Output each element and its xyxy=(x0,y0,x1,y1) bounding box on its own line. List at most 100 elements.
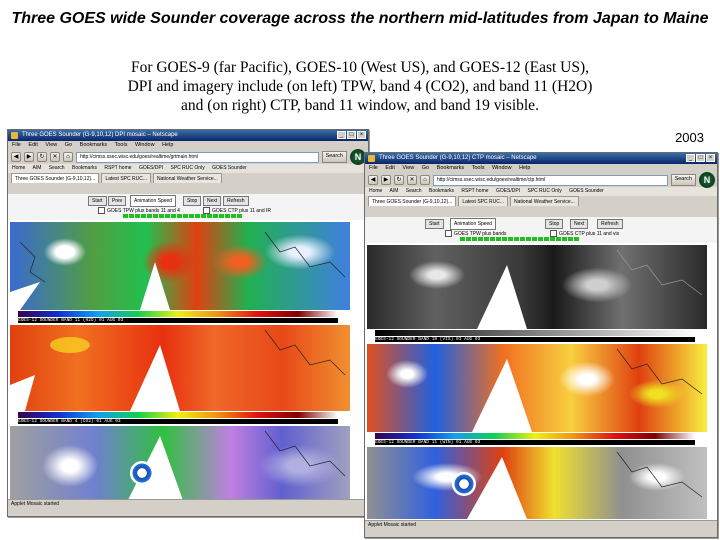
frame-dot[interactable] xyxy=(532,237,537,241)
tab-nws[interactable]: National Weather Service... xyxy=(153,173,222,183)
prev-button[interactable]: Prev xyxy=(108,196,127,206)
frame-dot[interactable] xyxy=(135,214,140,218)
tab-goes-sounder[interactable]: Three GOES Sounder (G-9,10,12)... xyxy=(368,196,457,206)
bookmark-item[interactable]: SPC RUC Only xyxy=(171,165,205,171)
tab-spc-ruc[interactable]: Latest SPC RUC... xyxy=(458,196,509,206)
stop-button[interactable]: Stop xyxy=(545,219,564,229)
frame-dot[interactable] xyxy=(556,237,561,241)
frame-dot[interactable] xyxy=(520,237,525,241)
bookmark-item[interactable]: AIM xyxy=(32,165,41,171)
close-icon[interactable]: × xyxy=(706,154,715,162)
home-icon[interactable]: ⌂ xyxy=(63,152,73,162)
stop-icon[interactable]: ✕ xyxy=(407,175,417,185)
frame-dot[interactable] xyxy=(177,214,182,218)
bookmark-item[interactable]: Search xyxy=(49,165,65,171)
frame-dot[interactable] xyxy=(237,214,242,218)
menu-view[interactable]: View xyxy=(402,165,414,171)
url-input[interactable]: http://cimss.ssec.wisc.edu/goes/realtime… xyxy=(76,151,319,163)
reload-icon[interactable]: ↻ xyxy=(394,175,404,185)
bookmark-item[interactable]: Home xyxy=(12,165,25,171)
bookmark-item[interactable]: Home xyxy=(369,188,382,194)
frame-dot[interactable] xyxy=(460,237,465,241)
minimize-icon[interactable]: _ xyxy=(686,154,695,162)
menu-window[interactable]: Window xyxy=(135,142,155,148)
maximize-icon[interactable]: □ xyxy=(347,131,356,139)
frame-dot[interactable] xyxy=(514,237,519,241)
forward-icon[interactable]: ▶ xyxy=(24,152,34,162)
bookmark-item[interactable]: GOES/DPI xyxy=(139,165,163,171)
frame-dot[interactable] xyxy=(123,214,128,218)
search-button[interactable]: Search xyxy=(670,174,696,186)
next-button[interactable]: Next xyxy=(203,196,222,206)
menu-edit[interactable]: Edit xyxy=(385,165,394,171)
frame-dot[interactable] xyxy=(219,214,224,218)
tab-goes-sounder[interactable]: Three GOES Sounder (G-9,10,12)... xyxy=(11,173,100,183)
menu-bookmarks[interactable]: Bookmarks xyxy=(80,142,108,148)
close-icon[interactable]: × xyxy=(357,131,366,139)
frame-dot[interactable] xyxy=(502,237,507,241)
home-icon[interactable]: ⌂ xyxy=(420,175,430,185)
menu-view[interactable]: View xyxy=(45,142,57,148)
bookmark-item[interactable]: GOES Sounder xyxy=(212,165,247,171)
bookmark-item[interactable]: Bookmarks xyxy=(72,165,97,171)
frame-dot[interactable] xyxy=(183,214,188,218)
frame-dot[interactable] xyxy=(568,237,573,241)
bookmark-item[interactable]: Search xyxy=(406,188,422,194)
forward-icon[interactable]: ▶ xyxy=(381,175,391,185)
bookmark-item[interactable]: GOES Sounder xyxy=(569,188,604,194)
bookmark-item[interactable]: Bookmarks xyxy=(429,188,454,194)
frame-dot[interactable] xyxy=(526,237,531,241)
frame-dot[interactable] xyxy=(129,214,134,218)
stop-button[interactable]: Stop xyxy=(183,196,202,206)
frame-dot[interactable] xyxy=(490,237,495,241)
tpw-checkbox[interactable]: GOES TPW plus bands 11 and 4 xyxy=(98,207,180,214)
menu-help[interactable]: Help xyxy=(519,165,530,171)
frame-dot[interactable] xyxy=(496,237,501,241)
menu-tools[interactable]: Tools xyxy=(115,142,128,148)
menu-file[interactable]: File xyxy=(12,142,21,148)
minimize-icon[interactable]: _ xyxy=(337,131,346,139)
ctp-checkbox[interactable]: GOES CTP plus 11 and vis xyxy=(550,230,619,237)
frame-dot[interactable] xyxy=(201,214,206,218)
frame-dot[interactable] xyxy=(195,214,200,218)
maximize-icon[interactable]: □ xyxy=(696,154,705,162)
frame-dot[interactable] xyxy=(562,237,567,241)
frame-dot[interactable] xyxy=(484,237,489,241)
menu-bookmarks[interactable]: Bookmarks xyxy=(437,165,465,171)
frame-dot[interactable] xyxy=(225,214,230,218)
checkbox-box[interactable] xyxy=(550,230,557,237)
start-button[interactable]: Start xyxy=(425,219,444,229)
frame-dot[interactable] xyxy=(550,237,555,241)
menu-file[interactable]: File xyxy=(369,165,378,171)
frame-dot[interactable] xyxy=(544,237,549,241)
frame-dot[interactable] xyxy=(147,214,152,218)
bookmark-item[interactable]: SPC RUC Only xyxy=(528,188,562,194)
back-icon[interactable]: ◀ xyxy=(11,152,21,162)
frame-dot[interactable] xyxy=(153,214,158,218)
bookmark-item[interactable]: GOES/DPI xyxy=(496,188,520,194)
menu-window[interactable]: Window xyxy=(492,165,512,171)
checkbox-box[interactable] xyxy=(445,230,452,237)
frame-dot[interactable] xyxy=(508,237,513,241)
checkbox-box[interactable] xyxy=(98,207,105,214)
url-input[interactable]: http://cimss.ssec.wisc.edu/goes/realtime… xyxy=(433,174,668,186)
animation-speed-control[interactable]: Animation Speed xyxy=(130,195,177,207)
frame-dot[interactable] xyxy=(207,214,212,218)
start-button[interactable]: Start xyxy=(88,196,107,206)
frame-dot[interactable] xyxy=(171,214,176,218)
frame-dot[interactable] xyxy=(159,214,164,218)
frame-dot[interactable] xyxy=(189,214,194,218)
ctp-checkbox[interactable]: GOES CTP plus 11 and IR xyxy=(203,207,271,214)
bookmark-item[interactable]: RSPT home xyxy=(104,165,131,171)
next-button[interactable]: Next xyxy=(570,219,589,229)
frame-dot[interactable] xyxy=(213,214,218,218)
frame-dot[interactable] xyxy=(466,237,471,241)
reload-icon[interactable]: ↻ xyxy=(37,152,47,162)
animation-speed-control[interactable]: Animation Speed xyxy=(450,218,497,230)
back-icon[interactable]: ◀ xyxy=(368,175,378,185)
refresh-button[interactable]: Refresh xyxy=(597,219,623,229)
bookmark-item[interactable]: RSPT home xyxy=(461,188,488,194)
frame-dot[interactable] xyxy=(478,237,483,241)
stop-icon[interactable]: ✕ xyxy=(50,152,60,162)
frame-dot[interactable] xyxy=(141,214,146,218)
